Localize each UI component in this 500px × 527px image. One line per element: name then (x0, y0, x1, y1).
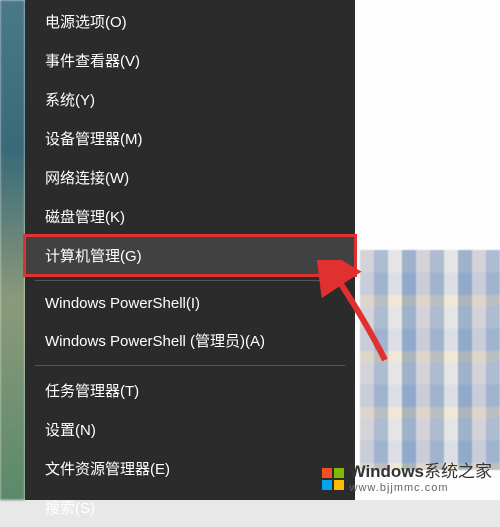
menu-item-label: 网络连接(W) (45, 170, 129, 187)
menu-item-label: 电源选项(O) (45, 14, 127, 31)
menu-item-search[interactable]: 搜索(S) (25, 488, 355, 527)
menu-item-settings[interactable]: 设置(N) (25, 410, 355, 449)
menu-item-disk-management[interactable]: 磁盘管理(K) (25, 197, 355, 236)
menu-item-label: 系统(Y) (45, 92, 95, 109)
menu-item-label: 任务管理器(T) (45, 383, 139, 400)
menu-item-label: 磁盘管理(K) (45, 209, 125, 226)
winx-context-menu: 电源选项(O) 事件查看器(V) 系统(Y) 设备管理器(M) 网络连接(W) … (25, 0, 355, 500)
menu-item-file-explorer[interactable]: 文件资源管理器(E) (25, 449, 355, 488)
menu-item-event-viewer[interactable]: 事件查看器(V) (25, 41, 355, 80)
menu-item-label: Windows PowerShell(I) (45, 295, 200, 312)
menu-item-network-connections[interactable]: 网络连接(W) (25, 158, 355, 197)
windows-logo-icon (322, 468, 344, 490)
watermark: Windows系统之家 www.bjjmmc.com (322, 463, 492, 494)
menu-item-label: 设置(N) (45, 422, 96, 439)
menu-item-label: 设备管理器(M) (45, 131, 143, 148)
menu-item-device-manager[interactable]: 设备管理器(M) (25, 119, 355, 158)
menu-item-label: 计算机管理(G) (45, 248, 142, 265)
menu-item-label: Windows PowerShell (管理员)(A) (45, 333, 265, 350)
menu-item-system[interactable]: 系统(Y) (25, 80, 355, 119)
desktop-background (0, 0, 25, 500)
menu-item-label: 搜索(S) (45, 500, 95, 517)
menu-item-power-options[interactable]: 电源选项(O) (25, 2, 355, 41)
watermark-title: Windows系统之家 (350, 463, 492, 482)
menu-item-label: 文件资源管理器(E) (45, 461, 170, 478)
menu-item-label: 事件查看器(V) (45, 53, 140, 70)
annotation-arrow (295, 260, 395, 370)
menu-item-task-manager[interactable]: 任务管理器(T) (25, 371, 355, 410)
watermark-url: www.bjjmmc.com (350, 482, 492, 494)
